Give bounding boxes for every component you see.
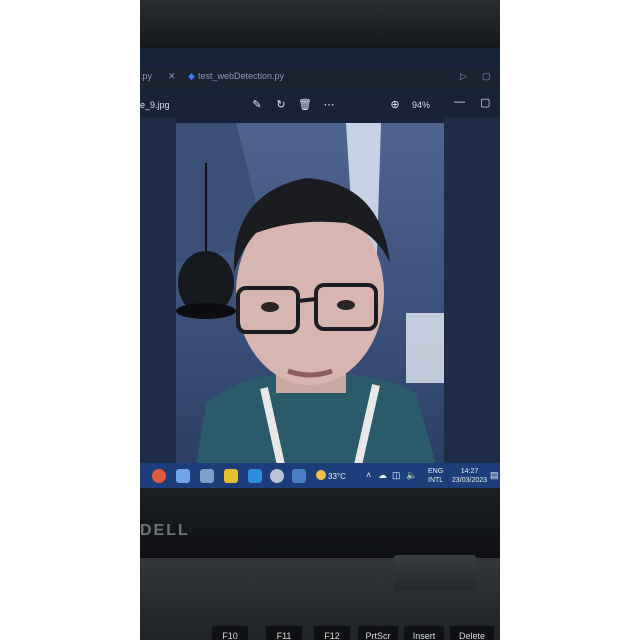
laptop-screen: .py ✕ ◆ test_webDetection.py ▷ ▢ e_9.jpg… bbox=[140, 48, 500, 488]
language-code: ENG bbox=[428, 468, 444, 475]
browser-icon[interactable] bbox=[152, 469, 166, 483]
photo-viewer-toolbar: e_9.jpg ✎ ↻ 🗑 ⋯ ⊕ 94% — ▢ bbox=[140, 92, 500, 118]
screen-bezel-bottom bbox=[140, 488, 500, 558]
ide-tab-py[interactable]: .py bbox=[140, 71, 152, 81]
language-indicator[interactable]: ENG INTL bbox=[428, 467, 443, 485]
split-icon[interactable]: ▢ bbox=[482, 71, 491, 82]
zoom-icon[interactable]: ⊕ bbox=[388, 98, 402, 112]
weather-icon bbox=[316, 470, 326, 480]
photos-icon[interactable] bbox=[292, 469, 306, 483]
run-icon[interactable]: ▷ bbox=[460, 71, 467, 82]
volume-icon[interactable]: 🔈 bbox=[406, 470, 417, 481]
key-f12[interactable]: F12 bbox=[314, 626, 350, 640]
cloud-icon[interactable] bbox=[270, 469, 284, 483]
onedrive-icon[interactable]: ☁ bbox=[378, 470, 387, 481]
delete-icon[interactable]: 🗑 bbox=[298, 98, 312, 112]
weather-temperature[interactable]: 33°C bbox=[328, 472, 346, 481]
vscode-icon[interactable] bbox=[248, 469, 262, 483]
ide-tab-webdetection[interactable]: test_webDetection.py bbox=[198, 71, 284, 81]
clock-time: 14:27 bbox=[460, 468, 479, 475]
laptop-photo: .py ✕ ◆ test_webDetection.py ▷ ▢ e_9.jpg… bbox=[140, 0, 500, 640]
taskbar-clock[interactable]: 14:27 23/03/2023 bbox=[452, 467, 487, 485]
ide-tab-bar: .py ✕ ◆ test_webDetection.py ▷ ▢ bbox=[140, 66, 500, 88]
more-options-icon[interactable]: ⋯ bbox=[322, 98, 336, 112]
sticky-notes-icon[interactable] bbox=[224, 469, 238, 483]
notification-icon[interactable]: ▤ bbox=[490, 470, 499, 481]
edit-icon[interactable]: ✎ bbox=[250, 98, 264, 112]
python-file-icon: ◆ bbox=[188, 71, 195, 81]
viewer-background-left bbox=[140, 118, 176, 468]
displayed-photo bbox=[176, 123, 444, 465]
network-icon[interactable]: ◫ bbox=[392, 470, 401, 481]
laptop-brand-logo: DELL bbox=[140, 522, 190, 539]
chevron-up-icon[interactable]: ˄ bbox=[366, 470, 371, 480]
settings-icon[interactable] bbox=[200, 469, 214, 483]
laptop-hinge bbox=[394, 555, 476, 591]
clock-date: 23/03/2023 bbox=[452, 477, 488, 484]
minimize-icon[interactable]: — bbox=[454, 96, 465, 108]
zoom-level: 94% bbox=[412, 100, 431, 110]
viewer-filename: e_9.jpg bbox=[140, 100, 170, 110]
keyboard-layout: INTL bbox=[428, 477, 444, 484]
key-f10[interactable]: F10 bbox=[212, 626, 248, 640]
maximize-icon[interactable]: ▢ bbox=[480, 96, 490, 109]
screen-bezel-top bbox=[140, 0, 500, 48]
selfie-illustration bbox=[176, 123, 444, 465]
rotate-icon[interactable]: ↻ bbox=[274, 98, 288, 112]
key-prtscr[interactable]: PrtScr bbox=[358, 626, 398, 640]
close-icon[interactable]: ✕ bbox=[168, 71, 176, 82]
app-icon[interactable] bbox=[176, 469, 190, 483]
key-f11[interactable]: F11 bbox=[266, 626, 302, 640]
windows-taskbar: 33°C ˄ ☁ ◫ 🔈 ENG INTL 14:27 23/03/2023 ▤ bbox=[140, 463, 500, 488]
key-insert[interactable]: Insert bbox=[404, 626, 444, 640]
viewer-background-right bbox=[444, 118, 500, 468]
key-delete[interactable]: Delete bbox=[450, 626, 494, 640]
